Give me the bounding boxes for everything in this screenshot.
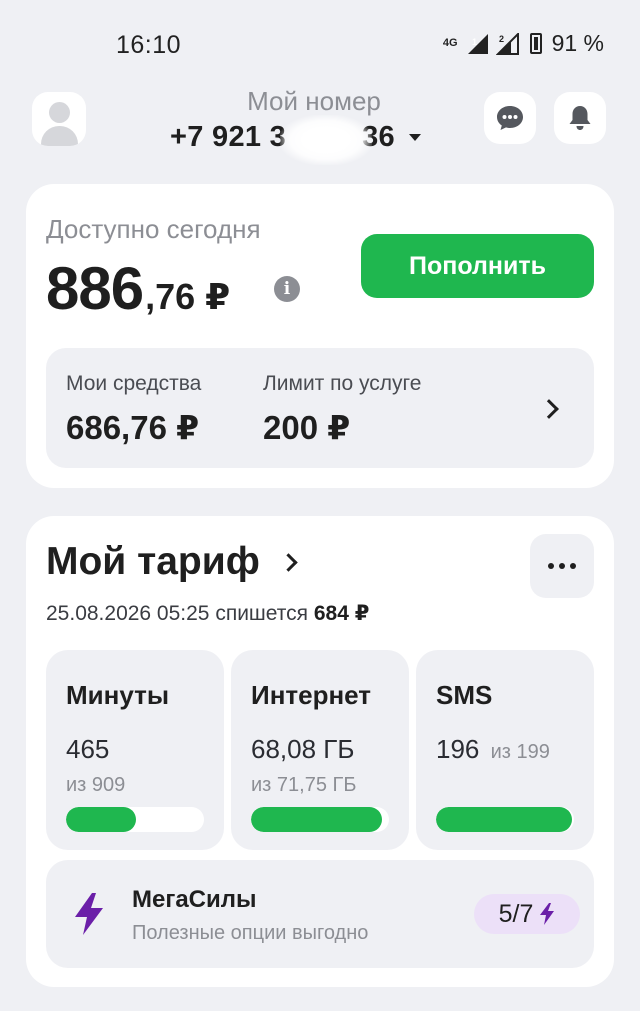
service-limit-label: Лимит по услуге <box>263 372 422 395</box>
available-amount: 886 ,76 ₽ <box>46 254 230 323</box>
bell-icon <box>569 106 591 130</box>
tile-total: из 909 <box>66 774 126 796</box>
my-funds-value: 686,76 ₽ <box>66 409 200 446</box>
usage-bar <box>251 807 389 832</box>
status-indicators: 4G 1 2 91 % <box>443 30 604 57</box>
tile-total: из 71,75 ГБ <box>251 774 357 796</box>
tile-total: из 199 <box>490 741 550 763</box>
phone-selector[interactable]: +7 921 3 36 <box>170 115 421 165</box>
signal-sim1-icon: 1 <box>467 33 488 54</box>
info-icon[interactable]: i <box>274 276 300 302</box>
charge-date: 25.08.2026 05:25 спишется <box>46 602 309 625</box>
tile-title: Минуты <box>66 680 170 710</box>
tile-title: Интернет <box>251 680 372 710</box>
battery-level: 91 % <box>551 30 604 56</box>
notifications-button[interactable] <box>554 92 606 144</box>
svg-text:1: 1 <box>472 37 477 47</box>
chevron-down-icon <box>408 134 421 141</box>
more-dot <box>570 563 576 569</box>
chevron-right-icon <box>539 399 559 419</box>
lightning-icon <box>75 893 103 935</box>
network-type-icon: 4G <box>442 37 458 49</box>
tile-value-row: 196 из 199 <box>436 734 550 765</box>
topup-button[interactable]: Пополнить <box>361 234 594 298</box>
charge-amount: 684 ₽ <box>313 602 370 625</box>
tile-value: 68,08 ГБ <box>251 734 355 764</box>
megasily-title: МегаСилы <box>132 886 257 913</box>
next-charge-line: 25.08.2026 05:25 спишется 684 ₽ <box>46 601 369 626</box>
service-limit-value: 200 ₽ <box>263 409 351 446</box>
tile-title: SMS <box>436 680 493 710</box>
usage-bar-fill <box>251 807 383 832</box>
phone-blur-mask <box>280 115 372 165</box>
megasily-badge: 5/7 <box>474 894 580 934</box>
avatar-body <box>41 126 78 146</box>
usage-bar <box>66 807 204 832</box>
tariff-title: Мой тариф <box>46 540 260 583</box>
usage-bar-fill <box>66 807 137 832</box>
amount-rest: ,76 ₽ <box>145 276 231 317</box>
lightning-small-icon <box>540 903 555 925</box>
available-today-label: Доступно сегодня <box>46 214 261 244</box>
status-time: 16:10 <box>116 31 182 59</box>
megasily-banner[interactable]: МегаСилы Полезные опции выгодно 5/7 <box>46 860 594 968</box>
chat-button[interactable] <box>484 92 536 144</box>
tariff-title-link[interactable]: Мой тариф <box>46 540 298 584</box>
signal-sim2-icon: 2 <box>495 32 519 55</box>
chat-icon <box>497 106 523 130</box>
minutes-tile[interactable]: Минуты 465 из 909 <box>46 650 224 850</box>
internet-tile[interactable]: Интернет 68,08 ГБ из 71,75 ГБ <box>231 650 409 850</box>
tile-value: 465 <box>66 734 110 764</box>
megasily-count: 5/7 <box>498 899 534 928</box>
usage-bar-fill <box>436 807 572 832</box>
amount-main: 886 <box>46 255 144 322</box>
usage-bar <box>436 807 574 832</box>
more-dot <box>559 563 565 569</box>
phone-number-start: +7 921 3 <box>170 121 287 153</box>
my-funds-label: Мои средства <box>66 372 202 395</box>
tile-value: 196 <box>436 734 480 764</box>
more-dot <box>548 563 554 569</box>
more-options-button[interactable] <box>530 534 594 598</box>
svg-text:2: 2 <box>499 34 504 44</box>
megasily-subtitle: Полезные опции выгодно <box>132 922 369 944</box>
chevron-right-icon <box>279 552 298 572</box>
battery-icon <box>529 33 542 54</box>
sms-tile[interactable]: SMS 196 из 199 <box>416 650 594 850</box>
funds-details[interactable]: Мои средства 686,76 ₽ Лимит по услуге 20… <box>46 348 594 468</box>
